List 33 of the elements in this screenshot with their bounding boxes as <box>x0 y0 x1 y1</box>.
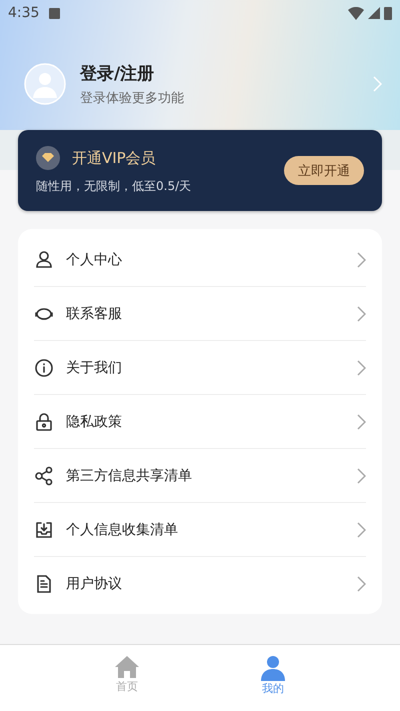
login-title[interactable]: 登录/注册 <box>80 62 359 84</box>
menu-item[interactable]: 个人中心 <box>66 250 345 268</box>
menu-item[interactable]: 关于我们 <box>66 358 345 376</box>
wifi-icon <box>348 6 364 20</box>
vip-title: 开通VIP会员 <box>72 148 156 168</box>
user-icon <box>260 655 286 681</box>
info-icon <box>34 358 54 378</box>
chevron-icon <box>357 414 366 430</box>
person-icon <box>34 250 54 270</box>
share-icon <box>34 466 54 486</box>
menu-item[interactable]: 用户协议 <box>66 574 345 592</box>
login-subtitle: 登录体验更多功能 <box>80 90 185 106</box>
chevron-icon <box>357 306 366 322</box>
document-icon <box>34 574 54 594</box>
menu-item[interactable]: 隐私政策 <box>66 412 345 430</box>
chevron-icon <box>357 522 366 538</box>
activate-button[interactable]: 立即开通 <box>284 156 364 185</box>
chevron-icon <box>357 468 366 484</box>
status-time: 4:35 <box>8 5 40 21</box>
menu-item[interactable]: 第三方信息共享清单 <box>66 466 345 484</box>
lock-icon <box>34 412 54 432</box>
inbox-icon <box>34 520 54 540</box>
signal-icon <box>368 7 380 19</box>
chevron-icon <box>357 360 366 376</box>
avatar-icon[interactable] <box>24 63 66 105</box>
menu-item[interactable]: 联系客服 <box>66 304 345 322</box>
chevron-icon <box>357 576 366 592</box>
menu-item[interactable]: 个人信息收集清单 <box>66 520 345 538</box>
battery-icon <box>384 6 392 20</box>
vip-subtitle: 随性用，无限制，低至0.5/天 <box>36 178 192 195</box>
home-icon <box>114 655 140 679</box>
chevron-icon <box>373 76 382 92</box>
chevron-icon <box>357 252 366 268</box>
